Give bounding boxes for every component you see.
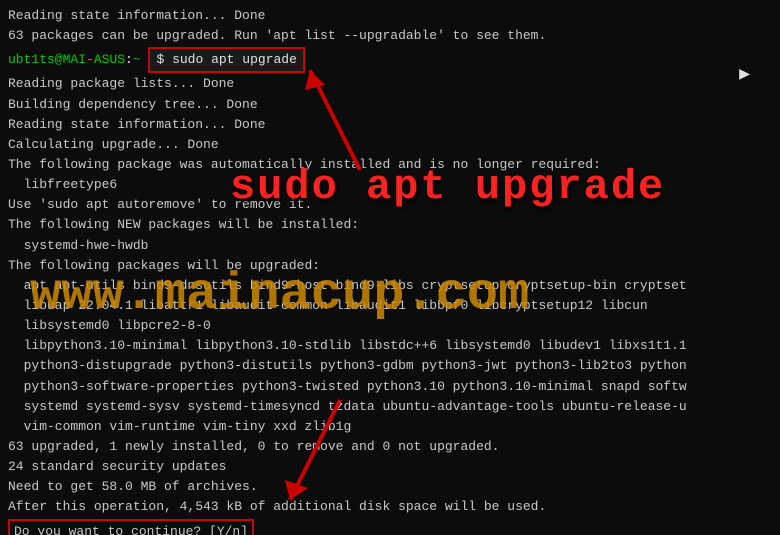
terminal-line-4: Reading package lists... Done: [8, 74, 772, 94]
terminal-line-12: systemd-hwe-hwdb: [8, 236, 772, 256]
terminal-line-24: Need to get 58.0 MB of archives.: [8, 477, 772, 497]
terminal-line-22: 63 upgraded, 1 newly installed, 0 to rem…: [8, 437, 772, 457]
terminal-line-20: systemd systemd-sysv systemd-timesyncd t…: [8, 397, 772, 417]
terminal-line-23: 24 standard security updates: [8, 457, 772, 477]
terminal-line-8: The following package was automatically …: [8, 155, 772, 175]
terminal-line-17: libpython3.10-minimal libpython3.10-stdl…: [8, 336, 772, 356]
terminal-line-10: Use 'sudo apt autoremove' to remove it.: [8, 195, 772, 215]
terminal-line-2: 63 packages can be upgraded. Run 'apt li…: [8, 26, 772, 46]
terminal-line-16: libsystemd0 libpcre2-8-0: [8, 316, 772, 336]
terminal-line-21: vim-common vim-runtime vim-tiny xxd zlib…: [8, 417, 772, 437]
terminal-line-11: The following NEW packages will be insta…: [8, 215, 772, 235]
terminal-line-19: python3-software-properties python3-twis…: [8, 377, 772, 397]
terminal-prompt-line[interactable]: ubt1ts@MAI-ASUS:~ $ sudo apt upgrade: [8, 47, 772, 73]
prompt-separator: :: [125, 52, 133, 67]
terminal-window: Reading state information... Done 63 pac…: [0, 0, 780, 535]
continue-prompt-line[interactable]: Do you want to continue? [Y/n]: [8, 519, 772, 535]
prompt-username: ubt1ts@MAI-ASUS: [8, 52, 125, 67]
continue-box[interactable]: Do you want to continue? [Y/n]: [8, 519, 254, 535]
mouse-cursor: ▶: [739, 62, 750, 90]
prompt-dollar: [141, 52, 149, 67]
terminal-line-1: Reading state information... Done: [8, 6, 772, 26]
terminal-line-7: Calculating upgrade... Done: [8, 135, 772, 155]
terminal-line-6: Reading state information... Done: [8, 115, 772, 135]
terminal-line-14: apt apt-utils bind9-dnsutils bind9-host …: [8, 276, 772, 296]
terminal-line-13: The following packages will be upgraded:: [8, 256, 772, 276]
terminal-line-5: Building dependency tree... Done: [8, 95, 772, 115]
terminal-line-25: After this operation, 4,543 kB of additi…: [8, 497, 772, 517]
prompt-path: ~: [133, 52, 141, 67]
command-box: $ sudo apt upgrade: [148, 47, 304, 73]
terminal-line-9: libfreetype6: [8, 175, 772, 195]
terminal-line-18: python3-distupgrade python3-distutils py…: [8, 356, 772, 376]
terminal-line-15: libuap 22.04.1 libattr1 libaudit-common …: [8, 296, 772, 316]
